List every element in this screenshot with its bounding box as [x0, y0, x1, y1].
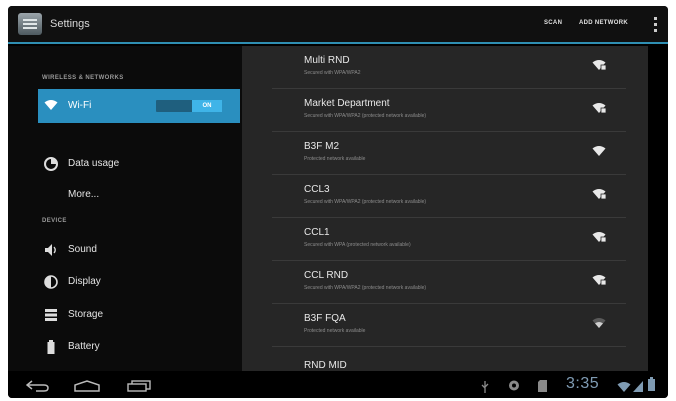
- network-list-item[interactable]: CCL3 Secured with WPA/WPA2 (protected ne…: [272, 175, 626, 218]
- network-name: CCL3: [304, 184, 330, 195]
- system-bar: 3:35: [8, 371, 668, 398]
- network-name: B3F FQA: [304, 313, 346, 324]
- network-status: Secured with WPA/WPA2 (protected network…: [304, 113, 427, 119]
- network-list-item[interactable]: Multi RND Secured with WPA/WPA2: [272, 46, 626, 89]
- section-header-wireless: WIRELESS & NETWORKS: [42, 75, 124, 81]
- network-name: Multi RND: [304, 55, 350, 66]
- sidebar-item-label: Sound: [68, 244, 97, 255]
- action-bar: Settings SCAN ADD NETWORK: [8, 6, 668, 44]
- network-name: B3F M2: [304, 141, 340, 152]
- sidebar-item-wifi[interactable]: Wi-Fi ON: [38, 89, 240, 123]
- wifi-icon: [44, 99, 58, 113]
- sidebar-item-label: Storage: [68, 309, 104, 320]
- sidebar-item-label: Wi-Fi: [68, 100, 92, 111]
- network-list-item[interactable]: CCL1 Secured with WPA (protected network…: [272, 218, 626, 261]
- clock: 3:35: [566, 375, 600, 392]
- wifi-weak-icon: [592, 316, 606, 328]
- android-debug-icon: [508, 379, 520, 397]
- network-name: CCL1: [304, 227, 330, 238]
- wifi-locked-icon: [592, 230, 607, 243]
- sidebar-item-battery[interactable]: Battery: [38, 334, 242, 360]
- network-status: Secured with WPA/WPA2: [304, 70, 361, 76]
- wifi-locked-icon: [592, 273, 607, 286]
- sidebar-item-label: Battery: [68, 341, 100, 352]
- wifi-network-list: Multi RND Secured with WPA/WPA2 Market D…: [242, 46, 648, 371]
- network-list-item[interactable]: Market Department Secured with WPA/WPA2 …: [272, 89, 626, 132]
- wifi-toggle-switch[interactable]: ON: [156, 100, 222, 112]
- network-status: Secured with WPA/WPA2 (protected network…: [304, 285, 427, 291]
- sidebar-item-sound[interactable]: Sound: [38, 237, 242, 263]
- battery-status-icon: [648, 377, 655, 396]
- toggle-state-label: ON: [192, 100, 222, 112]
- settings-sidebar: WIRELESS & NETWORKS Wi-Fi ON Data usage …: [8, 46, 242, 371]
- sidebar-item-data-usage[interactable]: Data usage: [38, 151, 242, 177]
- battery-icon: [44, 340, 58, 354]
- settings-app-icon[interactable]: [18, 13, 42, 35]
- data-usage-icon: [44, 157, 58, 171]
- network-status: Protected network available: [304, 328, 366, 334]
- brightness-icon: [44, 275, 58, 289]
- network-name: RND MID: [304, 360, 347, 371]
- signal-icon: [633, 379, 643, 397]
- wifi-status-icon: [617, 379, 631, 397]
- network-status: Secured with WPA/WPA2 (protected network…: [304, 199, 427, 205]
- home-icon[interactable]: [74, 379, 100, 397]
- network-list-item[interactable]: B3F M2 Protected network available: [272, 132, 626, 175]
- sidebar-item-label: Display: [68, 276, 101, 287]
- network-list-item[interactable]: B3F FQA Protected network available: [272, 304, 626, 347]
- wifi-locked-icon: [592, 187, 607, 200]
- wifi-open-icon: [592, 144, 606, 156]
- sidebar-item-label: More...: [68, 189, 100, 200]
- sd-card-icon: [538, 379, 547, 397]
- sidebar-item-more[interactable]: More...: [38, 182, 242, 208]
- overflow-menu-icon[interactable]: [654, 17, 658, 33]
- usb-icon: [481, 380, 489, 398]
- network-name: Market Department: [304, 98, 390, 109]
- page-title: Settings: [50, 18, 90, 30]
- network-status: Protected network available: [304, 156, 366, 162]
- recent-apps-icon[interactable]: [126, 379, 152, 397]
- section-header-device: DEVICE: [42, 218, 67, 224]
- wifi-locked-icon: [592, 58, 607, 71]
- network-name: CCL RND: [304, 270, 349, 281]
- add-network-button[interactable]: ADD NETWORK: [579, 20, 628, 26]
- sidebar-item-display[interactable]: Display: [38, 269, 242, 295]
- back-icon[interactable]: [25, 379, 50, 397]
- scan-button[interactable]: SCAN: [544, 20, 562, 26]
- speaker-icon: [44, 243, 58, 257]
- action-bar-divider: [8, 42, 668, 44]
- network-list-item[interactable]: CCL RND Secured with WPA/WPA2 (protected…: [272, 261, 626, 304]
- sidebar-item-label: Data usage: [68, 158, 120, 169]
- sidebar-item-storage[interactable]: Storage: [38, 302, 242, 328]
- storage-icon: [44, 308, 58, 322]
- tablet-screen: Settings SCAN ADD NETWORK WIRELESS & NET…: [8, 6, 668, 398]
- wifi-locked-icon: [592, 101, 607, 114]
- network-status: Secured with WPA (protected network avai…: [304, 242, 411, 248]
